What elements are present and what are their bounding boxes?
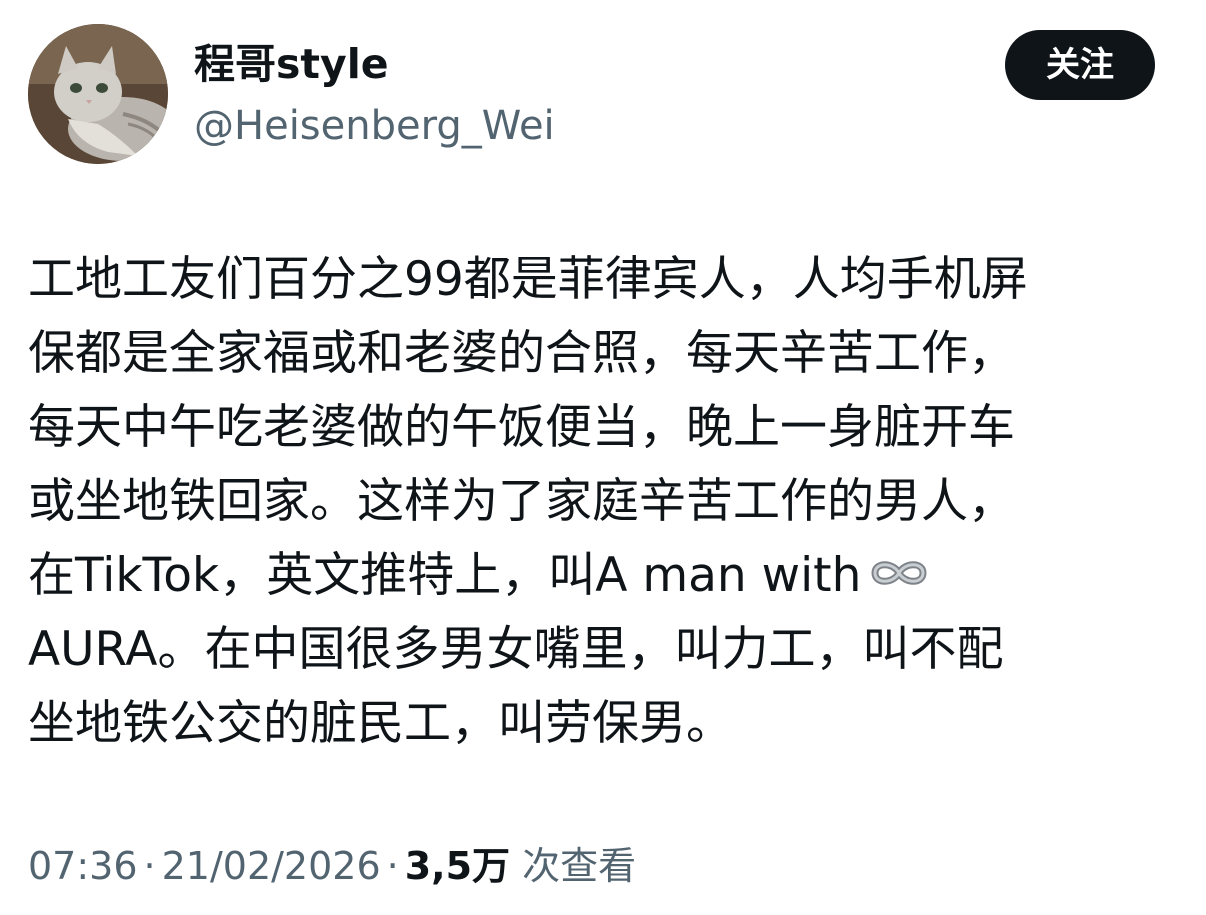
views-count: 3,5万 [404,844,511,888]
avatar[interactable] [28,24,168,164]
tweet-line: 或坐地铁回家。这样为了家庭辛苦工作的男人， [28,474,1015,529]
infinity-emoji-icon [867,538,931,612]
follow-button[interactable]: 关注 [1005,30,1155,100]
tweet-text: 工地工友们百分之99都是菲律宾人，人均手机屏 保都是全家福或和老婆的合照，每天辛… [28,243,1178,761]
user-handle[interactable]: @Heisenberg_Wei [194,100,555,152]
meta-separator: · [143,844,156,888]
tweet-line: 保都是全家福或和老婆的合照，每天辛苦工作， [28,326,1015,381]
tweet-date[interactable]: 21/02/2026 [162,844,381,888]
tweet-line: 每天中午吃老婆做的午饭便当，晚上一身脏开车 [28,400,1015,455]
tweet-line: AURA。在中国很多男女嘴里，叫力工，叫不配 [28,622,1004,677]
tweet-line-text: 在TikTok，英文推特上，叫A man with [28,548,862,603]
cat-avatar-image [28,24,168,164]
views-label: 次查看 [522,844,637,888]
tweet-line-with-emoji: 在TikTok，英文推特上，叫A man with [28,539,1178,613]
tweet-meta: 07:36 · 21/02/2026 · 3,5万 次查看 [28,836,636,896]
tweet-line: 工地工友们百分之99都是菲律宾人，人均手机屏 [28,252,1028,307]
display-name[interactable]: 程哥style [194,38,389,90]
meta-separator: · [386,844,399,888]
tweet-line: 坐地铁公交的脏民工，叫劳保男。 [28,696,733,751]
tweet-time[interactable]: 07:36 [28,844,138,888]
